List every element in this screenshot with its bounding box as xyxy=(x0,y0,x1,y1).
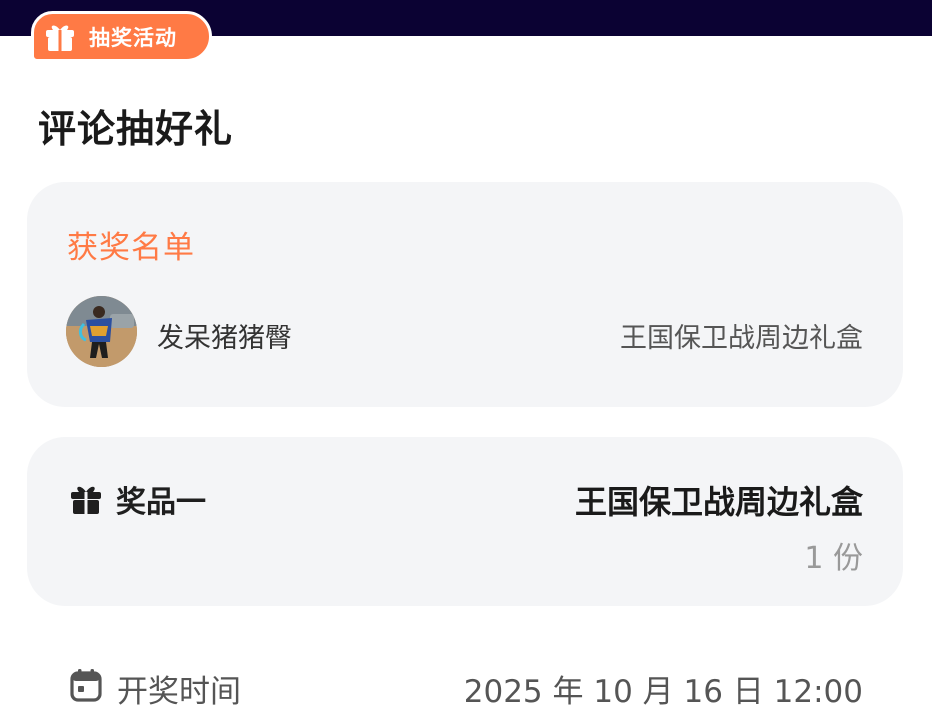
prize-card: 奖品一 王国保卫战周边礼盒 1 份 xyxy=(27,437,903,606)
lottery-activity-badge: 抽奖活动 xyxy=(31,11,212,62)
avatar[interactable] xyxy=(66,296,137,367)
prize-label-group: 奖品一 xyxy=(70,477,206,521)
winners-title: 获奖名单 xyxy=(67,230,195,266)
winner-name: 发呆猪猪臀 xyxy=(157,323,292,354)
calendar-icon xyxy=(70,668,102,702)
prize-name: 王国保卫战周边礼盒 xyxy=(574,483,863,521)
winners-card: 获奖名单 发呆猪猪臀 王国保卫战周边礼盒 xyxy=(27,182,903,407)
gift-icon xyxy=(70,483,102,515)
badge-label: 抽奖活动 xyxy=(89,25,177,50)
prize-label: 奖品一 xyxy=(116,485,206,520)
winner-row: 发呆猪猪臀 王国保卫战周边礼盒 xyxy=(66,296,863,368)
draw-time-label: 开奖时间 xyxy=(117,674,241,710)
gift-box-icon xyxy=(43,21,77,53)
prize-count: 1 份 xyxy=(804,541,863,576)
winner-prize: 王国保卫战周边礼盒 xyxy=(620,323,863,354)
draw-time-row: 开奖时间 2025 年 10 月 16 日 12:00 xyxy=(70,664,863,710)
page-title: 评论抽好礼 xyxy=(38,107,234,151)
draw-time-value: 2025 年 10 月 16 日 12:00 xyxy=(463,674,863,710)
